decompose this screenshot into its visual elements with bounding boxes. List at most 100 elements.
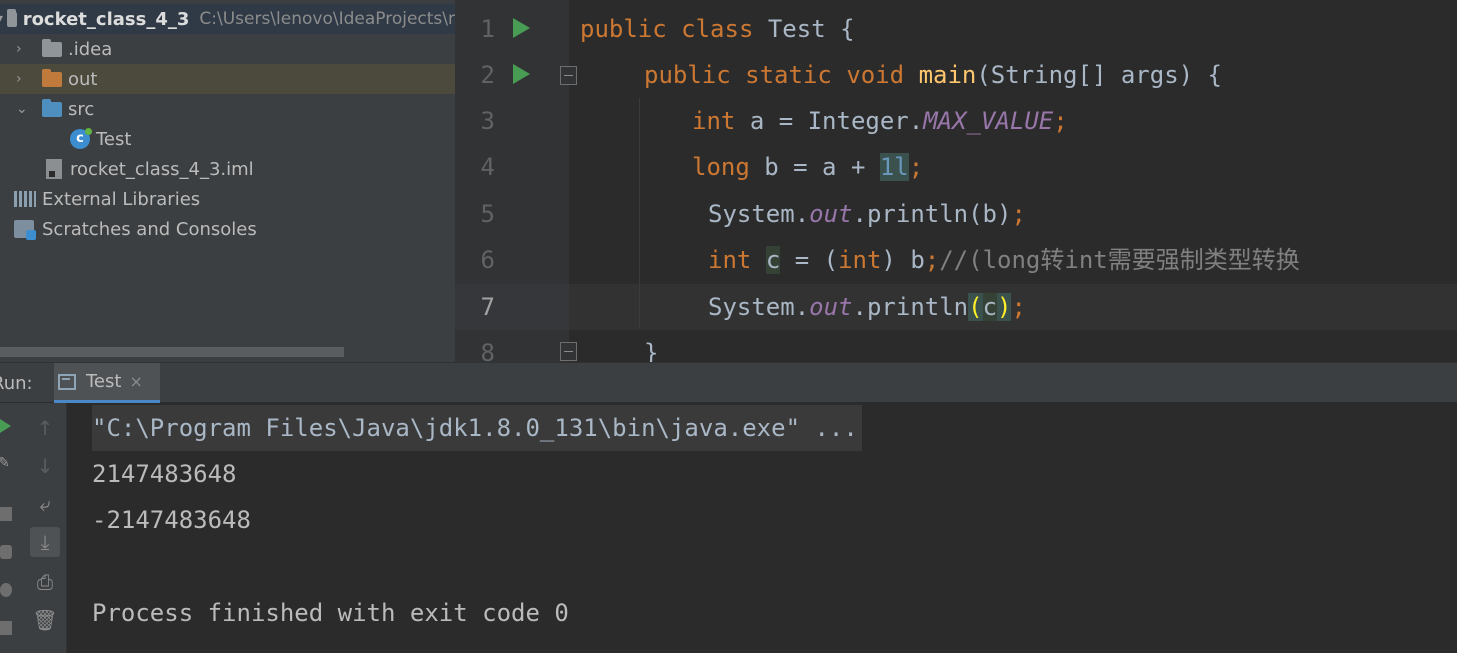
code-text: System.	[708, 200, 810, 228]
code-line-8: }	[644, 339, 659, 362]
static-field: MAX_VALUE	[923, 107, 1054, 135]
camera-icon[interactable]	[0, 545, 12, 559]
fold-icon[interactable]	[560, 342, 577, 361]
code-text: Test {	[767, 15, 855, 43]
code-text: .println	[852, 293, 969, 321]
semicolon: ;	[1011, 293, 1026, 321]
keyword: static	[745, 61, 832, 89]
up-arrow-icon[interactable]: ↑	[30, 413, 60, 443]
line-number: 4	[480, 153, 495, 181]
fold-icon[interactable]	[560, 66, 577, 85]
down-arrow-icon[interactable]: ↓	[30, 451, 60, 481]
close-icon[interactable]: ×	[129, 372, 142, 391]
line-number: 2	[480, 61, 495, 89]
variable-highlight: c	[982, 293, 998, 321]
tree-root-row[interactable]: ▾ rocket_class_4_3 C:\Users\lenovo\IdeaP…	[0, 4, 455, 34]
keyword: public	[644, 61, 731, 89]
tree-item-label: Test	[96, 128, 132, 150]
run-toolbar-primary: ✎	[0, 403, 22, 653]
tab-label: Test	[86, 371, 122, 392]
run-class-icon[interactable]	[513, 18, 530, 38]
code-line-1: public class Test {	[580, 6, 855, 52]
gear-icon[interactable]	[0, 583, 12, 597]
chevron-right-icon[interactable]: ›	[16, 42, 30, 56]
console-command-line: "C:\Program Files\Java\jdk1.8.0_131\bin\…	[92, 405, 862, 451]
keyword: class	[681, 15, 754, 43]
run-toolbar-secondary: ↑ ↓ ⤶ ⤓ ⎙ 🗑	[22, 403, 67, 653]
tree-item-label: rocket_class_4_3.iml	[70, 158, 254, 180]
code-text: .println(b)	[852, 200, 1012, 228]
chevron-down-icon[interactable]: ▾	[0, 12, 3, 26]
horizontal-scrollbar[interactable]	[0, 347, 344, 357]
number-literal: 1l	[879, 153, 909, 181]
folder-icon	[42, 38, 62, 57]
chevron-right-icon[interactable]: ›	[16, 72, 30, 86]
wrench-icon[interactable]: ✎	[0, 455, 12, 471]
console-exit-line: Process finished with exit code 0	[92, 599, 569, 627]
code-text: a = Integer.	[749, 107, 924, 135]
tree-item-external-libraries[interactable]: External Libraries	[0, 184, 455, 214]
code-line-6: int c = (int) b;//(long转int需要强制类型转换	[708, 237, 1300, 283]
run-tool-window-header: Run: Test ×	[0, 362, 1457, 403]
code-text: b = a +	[764, 153, 880, 181]
tree-item-src[interactable]: ⌄ src	[0, 94, 455, 124]
tree-item-label: src	[68, 98, 95, 120]
tree-item-label: out	[68, 68, 98, 90]
stop-icon[interactable]	[0, 507, 12, 521]
semicolon: ;	[924, 246, 940, 274]
console-line: 2147483648	[92, 460, 237, 488]
tree-root-label: rocket_class_4_3	[22, 8, 190, 30]
console-output[interactable]: "C:\Program Files\Java\jdk1.8.0_131\bin\…	[68, 403, 1457, 653]
scroll-to-end-icon[interactable]: ⤓	[30, 527, 60, 557]
line-number: 8	[480, 339, 495, 362]
keyword: void	[846, 61, 905, 89]
line-number: 1	[480, 15, 495, 43]
rerun-icon[interactable]	[0, 419, 11, 433]
semicolon: ;	[908, 153, 924, 181]
run-main-icon[interactable]	[513, 64, 530, 84]
code-line-7: System.out.println(c);	[708, 284, 1026, 330]
code-line-4: long b = a + 1l;	[692, 144, 923, 190]
tree-item-out[interactable]: › out	[0, 64, 455, 94]
line-number: 5	[480, 200, 495, 228]
tree-item-label: Scratches and Consoles	[42, 218, 257, 240]
layout-icon[interactable]	[0, 621, 12, 635]
matched-paren: )	[997, 293, 1012, 321]
excluded-folder-icon	[42, 68, 62, 87]
code-line-2: public static void main(String[] args) {	[644, 52, 1222, 98]
soft-wrap-icon[interactable]: ⤶	[30, 489, 60, 519]
module-file-icon	[46, 159, 62, 179]
java-class-icon: c	[70, 128, 92, 149]
trash-icon[interactable]: 🗑	[30, 605, 60, 635]
chevron-down-icon[interactable]: ⌄	[16, 102, 30, 116]
print-icon[interactable]: ⎙	[30, 567, 60, 597]
line-number: 3	[480, 107, 495, 135]
keyword: int	[708, 246, 752, 274]
code-line-5: System.out.println(b);	[708, 191, 1026, 237]
tree-item-scratches[interactable]: Scratches and Consoles	[0, 214, 455, 244]
code-text: System.	[708, 293, 810, 321]
console-icon	[58, 373, 76, 390]
tree-root-path: C:\Users\lenovo\IdeaProjects\r	[199, 9, 455, 29]
source-folder-icon	[42, 98, 62, 117]
run-label: Run:	[0, 373, 33, 394]
tree-item-label: External Libraries	[42, 188, 201, 210]
module-folder-icon	[7, 8, 17, 27]
line-number: 6	[480, 246, 495, 274]
tree-item-iml[interactable]: rocket_class_4_3.iml	[0, 154, 455, 184]
indent-guide	[639, 98, 640, 328]
code-text: = (	[780, 246, 839, 274]
code-line-3: int a = Integer.MAX_VALUE;	[692, 98, 1068, 144]
semicolon: ;	[1053, 107, 1068, 135]
tree-item-test[interactable]: c Test	[0, 124, 455, 154]
project-tool-window: ▾ rocket_class_4_3 C:\Users\lenovo\IdeaP…	[0, 0, 455, 362]
matched-paren: (	[968, 293, 983, 321]
code-editor[interactable]: 1 2 3 4 5 6 7 8 public class Test { publ…	[455, 0, 1457, 362]
tree-item-label: .idea	[68, 38, 113, 60]
line-comment: //(long转int需要强制类型转换	[939, 246, 1300, 274]
run-tab-test[interactable]: Test ×	[54, 363, 160, 403]
keyword: int	[838, 246, 882, 274]
tree-item-idea[interactable]: › .idea	[0, 34, 455, 64]
variable-highlight: c	[765, 246, 781, 274]
console-line: -2147483648	[92, 506, 251, 534]
